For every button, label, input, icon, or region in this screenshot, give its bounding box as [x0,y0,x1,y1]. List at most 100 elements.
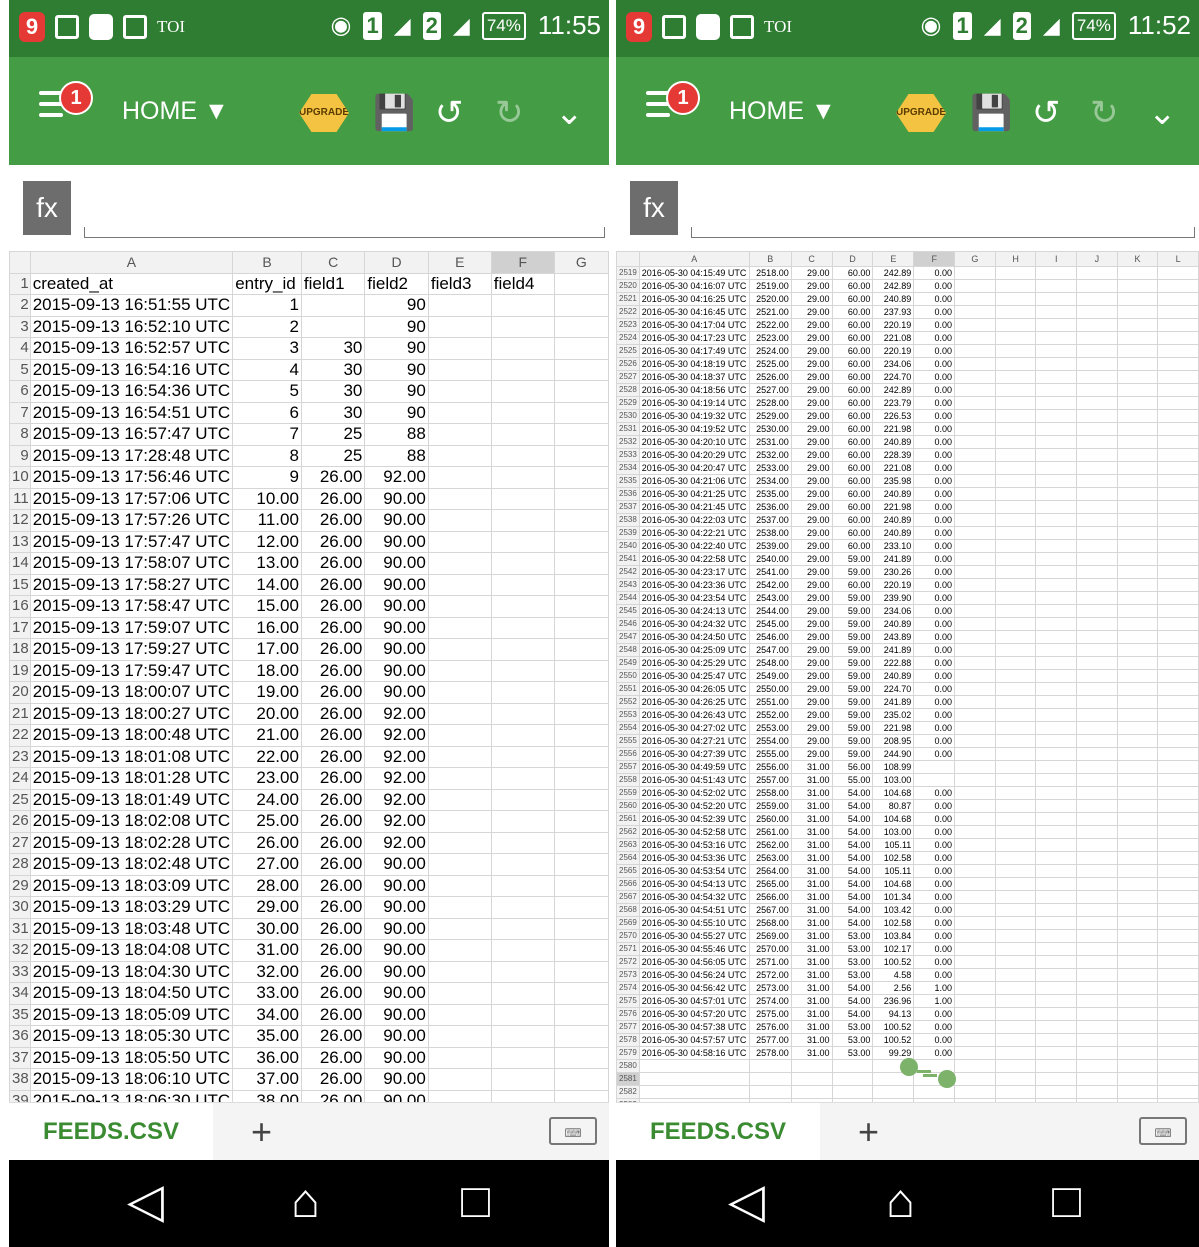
cell[interactable] [490,702,555,725]
cell[interactable] [1076,591,1118,605]
row-header[interactable]: 2534 [616,461,640,475]
cell[interactable]: 0.00 [913,1020,956,1034]
cell[interactable]: 2015-09-13 17:58:27 UTC [29,573,234,596]
cell[interactable] [553,380,609,403]
cell[interactable] [490,1003,555,1026]
cell[interactable] [954,786,996,800]
cell[interactable] [553,638,609,661]
cell[interactable] [994,1072,1037,1086]
cell[interactable] [1035,513,1077,527]
cell[interactable]: 29.00 [790,461,833,475]
fx-button[interactable]: fx [630,181,678,235]
cell[interactable] [1076,968,1118,982]
cell[interactable]: 26.00 [300,487,366,510]
row-header[interactable]: 36 [9,1025,31,1048]
cell[interactable] [1116,851,1159,865]
cell[interactable] [994,565,1037,579]
cell[interactable]: 2015-09-13 18:05:09 UTC [29,1003,234,1026]
cell[interactable]: 92.00 [364,810,429,833]
row-header[interactable]: 2565 [616,864,640,878]
cell[interactable] [1116,370,1159,384]
cell[interactable] [1116,435,1159,449]
cell[interactable] [427,294,492,317]
cell[interactable] [994,331,1037,345]
cell[interactable]: 90 [364,315,429,338]
cell[interactable]: 60.00 [831,357,874,371]
cell[interactable]: 2016-05-30 04:23:17 UTC [638,565,750,579]
cell[interactable]: 103.00 [872,773,915,787]
upgrade-button[interactable]: UPGRADE [299,94,349,132]
cell[interactable] [1116,942,1159,956]
cell[interactable]: 2545.00 [748,617,792,631]
cell[interactable]: 31.00 [790,825,833,839]
cell[interactable]: 2015-09-13 17:28:48 UTC [29,444,234,467]
row-header[interactable]: 2560 [616,799,640,813]
cell[interactable]: 60.00 [831,461,874,475]
cell[interactable]: 2015-09-13 17:57:47 UTC [29,530,234,553]
cell[interactable] [1116,825,1159,839]
cell[interactable]: 29.00 [790,656,833,670]
row-header[interactable]: 2566 [616,877,640,891]
cell[interactable]: 60.00 [831,344,874,358]
cell[interactable]: 26.00 [300,552,366,575]
cell[interactable] [954,474,996,488]
cell[interactable]: 34.00 [232,1003,302,1026]
cell[interactable]: 90.00 [364,530,429,553]
cell[interactable] [1116,747,1159,761]
cell[interactable]: 90.00 [364,595,429,618]
row-header[interactable]: 2562 [616,825,640,839]
cell[interactable]: 31.00 [790,916,833,930]
cell[interactable] [553,1068,609,1091]
cell[interactable] [1076,331,1118,345]
cell[interactable]: 234.06 [872,604,915,618]
cell[interactable] [954,591,996,605]
cell[interactable] [954,903,996,917]
cell[interactable] [1035,968,1077,982]
cell[interactable] [1035,942,1077,956]
cell[interactable]: 90.00 [364,960,429,983]
cell[interactable] [1157,409,1199,423]
cell[interactable] [1076,617,1118,631]
cell[interactable] [1076,422,1118,436]
cell[interactable]: 31.00 [790,838,833,852]
cell[interactable]: 2015-09-13 18:02:48 UTC [29,853,234,876]
cell[interactable] [954,1033,996,1047]
row-header[interactable]: 2520 [616,279,640,293]
cell[interactable] [1035,1046,1077,1060]
cell[interactable]: 26.00 [300,530,366,553]
cell[interactable]: 54.00 [831,890,874,904]
cell[interactable]: 29.00 [790,591,833,605]
cell[interactable] [994,864,1037,878]
cell[interactable] [1116,955,1159,969]
cell[interactable] [427,487,492,510]
cell[interactable] [994,747,1037,761]
row-header[interactable]: 34 [9,982,31,1005]
cell[interactable]: 235.98 [872,474,915,488]
corner-cell[interactable] [9,251,31,274]
cell[interactable]: 29.00 [790,344,833,358]
cell[interactable]: 0.00 [913,1007,956,1021]
cell[interactable]: 0.00 [913,318,956,332]
cell[interactable] [427,1003,492,1026]
cell[interactable] [954,292,996,306]
cell[interactable] [994,981,1037,995]
cell[interactable] [490,1046,555,1069]
cell[interactable]: 0.00 [913,929,956,943]
cell[interactable] [427,767,492,790]
cell[interactable] [1035,734,1077,748]
cell[interactable]: 2016-05-30 04:57:20 UTC [638,1007,750,1021]
cell[interactable]: 2016-05-30 04:53:16 UTC [638,838,750,852]
cell[interactable]: 26.00 [300,810,366,833]
cell[interactable] [1157,604,1199,618]
cell[interactable] [1116,344,1159,358]
cell[interactable]: 2574.00 [748,994,792,1008]
cell[interactable] [490,767,555,790]
cell[interactable]: 2016-05-30 04:52:02 UTC [638,786,750,800]
cell[interactable] [994,435,1037,449]
cell[interactable]: 60.00 [831,292,874,306]
cell[interactable] [490,982,555,1005]
cell[interactable] [427,573,492,596]
cell[interactable]: 55.00 [831,773,874,787]
cell[interactable] [1035,916,1077,930]
cell[interactable] [954,773,996,787]
